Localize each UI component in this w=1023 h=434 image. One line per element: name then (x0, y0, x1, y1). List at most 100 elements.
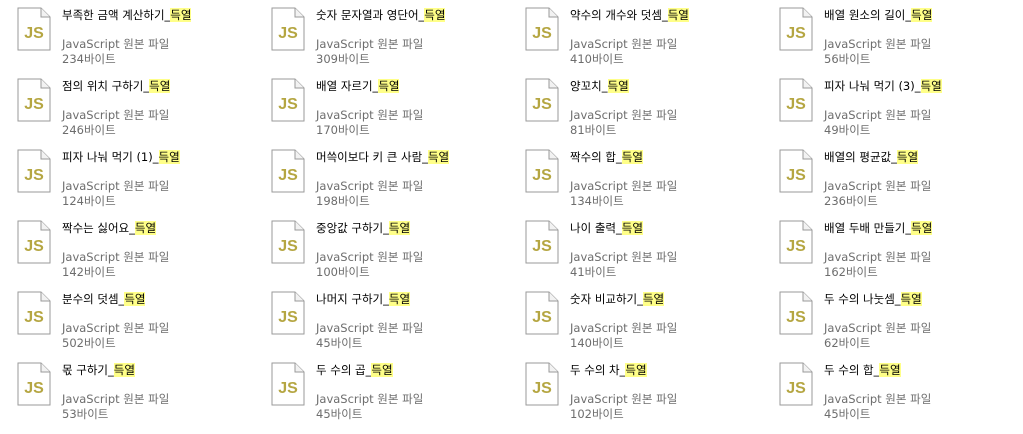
file-item[interactable]: JS 분수의 덧셈_득열 JavaScript 원본 파일 502바이트 (17, 284, 257, 350)
file-name: 피자 나눠 먹기 (3)_득열 (824, 78, 942, 94)
js-file-icon: JS (271, 220, 305, 264)
file-name-highlight: 득열 (911, 221, 933, 235)
svg-text:JS: JS (278, 25, 298, 42)
file-name-highlight: 득열 (427, 150, 450, 164)
file-size: 246바이트 (62, 123, 116, 137)
js-file-icon: JS (271, 78, 305, 122)
file-size: 410바이트 (570, 52, 624, 66)
file-size: 56바이트 (824, 52, 871, 66)
js-file-icon: JS (271, 149, 305, 193)
svg-text:JS: JS (278, 380, 298, 397)
file-name: 두 수의 차_득열 (570, 362, 647, 378)
js-file-icon: JS (779, 7, 813, 51)
file-name-text: 두 수의 합_ (824, 363, 880, 377)
file-item[interactable]: JS 두 수의 곱_득열 JavaScript 원본 파일 45바이트 (271, 355, 511, 421)
svg-text:JS: JS (278, 309, 298, 326)
file-name: 약수의 개수와 덧셈_득열 (570, 7, 689, 23)
svg-text:JS: JS (278, 238, 298, 255)
file-name: 두 수의 나눗셈_득열 (824, 291, 922, 307)
file-item[interactable]: JS 배열 원소의 길이_득열 JavaScript 원본 파일 56바이트 (779, 0, 1019, 66)
file-name-highlight: 득열 (424, 8, 446, 22)
file-name-text: 약수의 개수와 덧셈_ (570, 8, 668, 22)
file-item[interactable]: JS 두 수의 나눗셈_득열 JavaScript 원본 파일 62바이트 (779, 284, 1019, 350)
svg-text:JS: JS (24, 238, 44, 255)
js-file-icon: JS (779, 149, 813, 193)
file-type: JavaScript 원본 파일 (570, 37, 678, 51)
file-item[interactable]: JS 머쓱이보다 키 큰 사람_득열 JavaScript 원본 파일 198바… (271, 142, 511, 208)
js-file-icon: JS (271, 291, 305, 335)
file-name: 배열 자르기_득열 (316, 78, 400, 94)
file-name-text: 짝수는 싫어요_ (62, 221, 135, 235)
file-size: 502바이트 (62, 336, 116, 350)
svg-text:JS: JS (532, 25, 552, 42)
file-name-text: 짝수의 합_ (570, 150, 622, 164)
file-type: JavaScript 원본 파일 (62, 321, 170, 335)
file-item[interactable]: JS 약수의 개수와 덧셈_득열 JavaScript 원본 파일 410바이트 (525, 0, 765, 66)
file-item[interactable]: JS 숫자 비교하기_득열 JavaScript 원본 파일 140바이트 (525, 284, 765, 350)
file-type: JavaScript 원본 파일 (316, 37, 424, 51)
file-name-text: 나이 출력_ (570, 221, 622, 235)
file-item[interactable]: JS 배열 자르기_득열 JavaScript 원본 파일 170바이트 (271, 71, 511, 137)
js-file-icon: JS (779, 291, 813, 335)
file-name: 점의 위치 구하기_득열 (62, 78, 171, 94)
file-item[interactable]: JS 점의 위치 구하기_득열 JavaScript 원본 파일 246바이트 (17, 71, 257, 137)
js-file-icon: JS (525, 291, 559, 335)
file-size: 124바이트 (62, 194, 116, 208)
file-type: JavaScript 원본 파일 (62, 108, 170, 122)
js-file-icon: JS (525, 362, 559, 406)
file-type: JavaScript 원본 파일 (316, 392, 424, 406)
file-item[interactable]: JS 배열 두배 만들기_득열 JavaScript 원본 파일 162바이트 (779, 213, 1019, 279)
file-type: JavaScript 원본 파일 (62, 392, 170, 406)
file-size: 309바이트 (316, 52, 370, 66)
file-size: 45바이트 (824, 407, 871, 421)
file-size: 198바이트 (316, 194, 370, 208)
file-item[interactable]: JS 짝수는 싫어요_득열 JavaScript 원본 파일 142바이트 (17, 213, 257, 279)
js-file-icon: JS (271, 362, 305, 406)
file-name-highlight: 득열 (896, 150, 919, 164)
file-name: 짝수는 싫어요_득열 (62, 220, 157, 236)
file-name: 배열 원소의 길이_득열 (824, 7, 933, 23)
file-item[interactable]: JS 짝수의 합_득열 JavaScript 원본 파일 134바이트 (525, 142, 765, 208)
file-item[interactable]: JS 몫 구하기_득열 JavaScript 원본 파일 53바이트 (17, 355, 257, 421)
js-file-icon: JS (17, 362, 51, 406)
file-name: 짝수의 합_득열 (570, 149, 643, 165)
file-item[interactable]: JS 중앙값 구하기_득열 JavaScript 원본 파일 100바이트 (271, 213, 511, 279)
file-item[interactable]: JS 피자 나눠 먹기 (1)_득열 JavaScript 원본 파일 124바… (17, 142, 257, 208)
file-name-highlight: 득열 (378, 79, 400, 93)
file-item[interactable]: JS 두 수의 합_득열 JavaScript 원본 파일 45바이트 (779, 355, 1019, 421)
file-item[interactable]: JS 배열의 평균값_득열 JavaScript 원본 파일 236바이트 (779, 142, 1019, 208)
file-name-highlight: 득열 (621, 221, 643, 235)
file-size: 53바이트 (62, 407, 109, 421)
file-item[interactable]: JS 두 수의 차_득열 JavaScript 원본 파일 102바이트 (525, 355, 765, 421)
file-name: 중앙값 구하기_득열 (316, 220, 411, 236)
file-name: 분수의 덧셈_득열 (62, 291, 146, 307)
file-size: 45바이트 (316, 336, 363, 350)
file-name-text: 몫 구하기_ (62, 363, 114, 377)
file-name-highlight: 득열 (158, 150, 180, 164)
file-name: 배열의 평균값_득열 (824, 149, 919, 165)
file-item[interactable]: JS 양꼬치_득열 JavaScript 원본 파일 81바이트 (525, 71, 765, 137)
svg-text:JS: JS (278, 167, 298, 184)
file-size: 62바이트 (824, 336, 871, 350)
file-item[interactable]: JS 나머지 구하기_득열 JavaScript 원본 파일 45바이트 (271, 284, 511, 350)
file-name: 배열 두배 만들기_득열 (824, 220, 933, 236)
file-name: 양꼬치_득열 (570, 78, 629, 94)
svg-text:JS: JS (786, 167, 806, 184)
file-size: 170바이트 (316, 123, 370, 137)
file-item[interactable]: JS 숫자 문자열과 영단어_득열 JavaScript 원본 파일 309바이… (271, 0, 511, 66)
file-type: JavaScript 원본 파일 (316, 179, 424, 193)
svg-text:JS: JS (786, 309, 806, 326)
file-item[interactable]: JS 피자 나눠 먹기 (3)_득열 JavaScript 원본 파일 49바이… (779, 71, 1019, 137)
svg-text:JS: JS (24, 167, 44, 184)
file-size: 45바이트 (316, 407, 363, 421)
file-size: 236바이트 (824, 194, 878, 208)
file-type: JavaScript 원본 파일 (824, 392, 932, 406)
svg-text:JS: JS (532, 167, 552, 184)
file-name: 머쓱이보다 키 큰 사람_득열 (316, 149, 450, 165)
file-name-text: 머쓱이보다 키 큰 사람_ (316, 150, 428, 164)
js-file-icon: JS (525, 220, 559, 264)
file-item[interactable]: JS 부족한 금액 계산하기_득열 JavaScript 원본 파일 234바이… (17, 0, 257, 66)
svg-text:JS: JS (24, 380, 44, 397)
js-file-icon: JS (17, 78, 51, 122)
file-item[interactable]: JS 나이 출력_득열 JavaScript 원본 파일 41바이트 (525, 213, 765, 279)
